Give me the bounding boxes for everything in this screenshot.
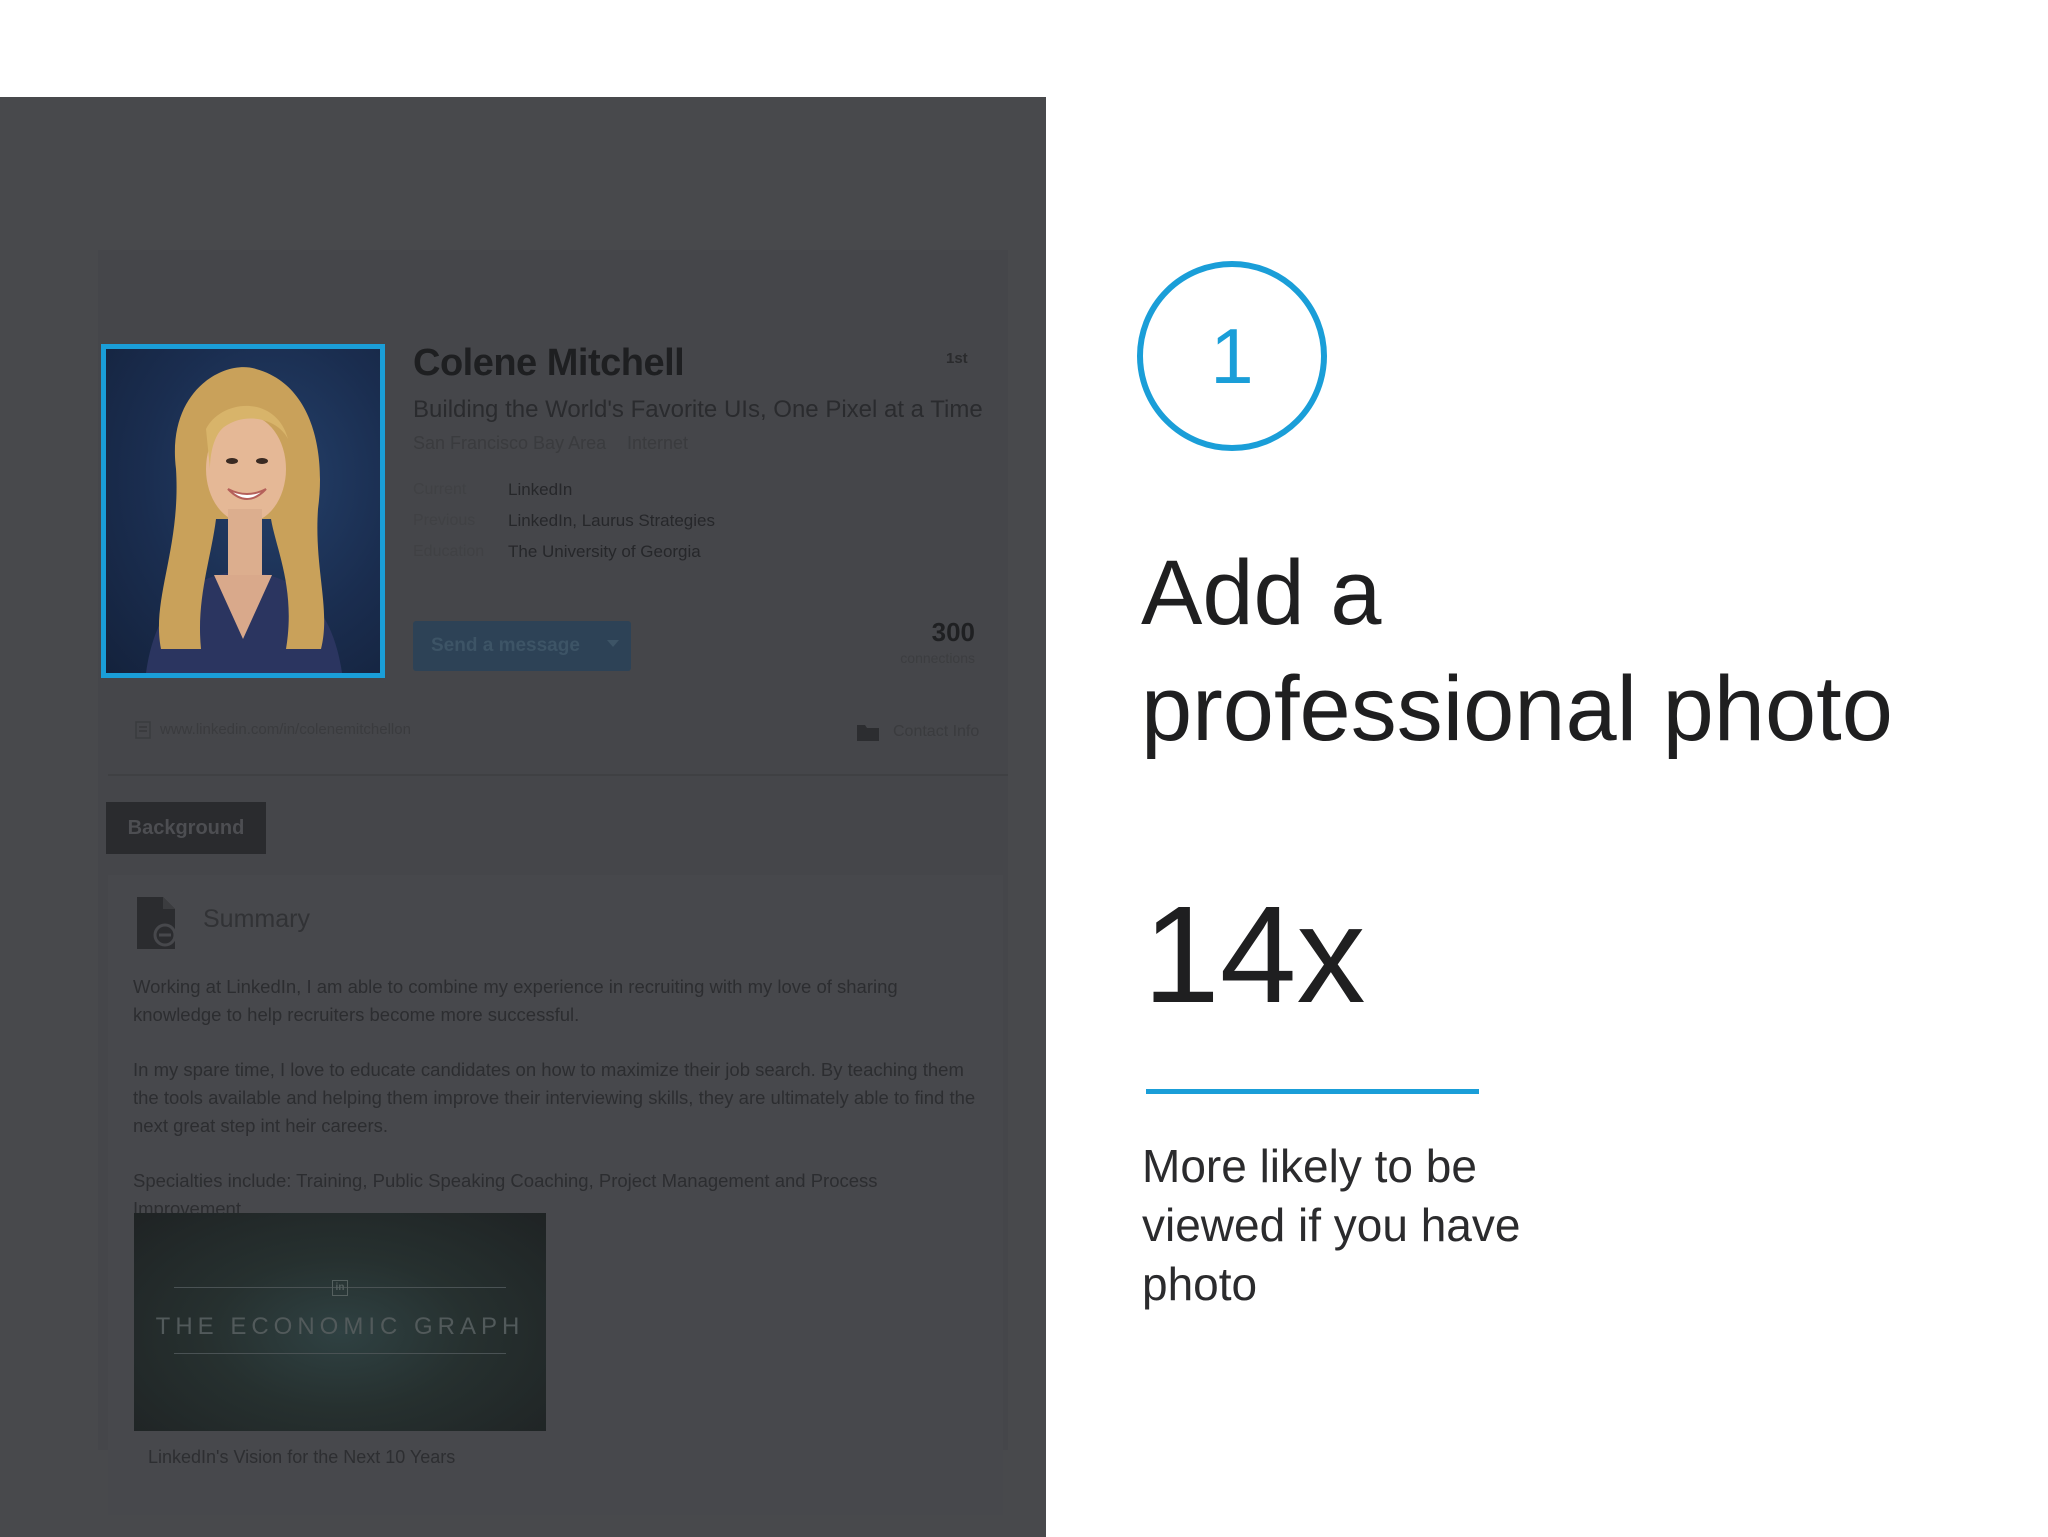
profile-name: Colene Mitchell <box>413 342 685 384</box>
send-message-button[interactable]: Send a message <box>413 621 631 671</box>
current-label: Current <box>413 481 467 498</box>
tip-heading-line: professional photo <box>1141 658 1893 760</box>
summary-paragraph: In my spare time, I love to educate cand… <box>133 1059 976 1136</box>
education-label: Education <box>413 543 485 560</box>
profile-industry: Internet <box>627 433 689 453</box>
tip-heading-line: Add a <box>1141 542 1382 644</box>
profile-headline: Building the World's Favorite UIs, One P… <box>413 396 983 423</box>
profile-photo[interactable] <box>101 344 385 678</box>
media-caption[interactable]: LinkedIn's Vision for the Next 10 Years <box>148 1447 455 1468</box>
education-value[interactable]: The University of Georgia <box>508 542 701 562</box>
chevron-down-icon[interactable] <box>607 640 619 647</box>
tip-heading: Add a professional photo <box>1141 535 1893 767</box>
stat-caption-line: More likely to be <box>1142 1140 1477 1192</box>
profile-photo-image <box>146 367 342 673</box>
previous-label: Previous <box>413 512 476 529</box>
stat-value: 14x <box>1143 878 1366 1032</box>
summary-title: Summary <box>203 905 310 933</box>
document-icon <box>137 897 177 949</box>
divider <box>108 774 1008 776</box>
summary-paragraph: Working at LinkedIn, I am able to combin… <box>133 976 898 1025</box>
current-value[interactable]: LinkedIn <box>508 480 572 500</box>
previous-value[interactable]: LinkedIn, Laurus Strategies <box>508 511 715 531</box>
folder-icon <box>857 725 879 741</box>
media-title: THE ECONOMIC GRAPH <box>155 1313 525 1340</box>
contact-info-link[interactable]: Contact Info <box>893 723 979 741</box>
connections-label: connections <box>900 650 975 666</box>
link-icon <box>135 721 151 739</box>
stat-caption-line: viewed if you have <box>1142 1199 1521 1251</box>
step-number-badge: 1 <box>1137 261 1327 451</box>
connection-degree-badge: 1st <box>946 350 968 367</box>
profile-location: San Francisco Bay Area <box>413 433 607 453</box>
stat-caption: More likely to be viewed if you have pho… <box>1142 1137 1602 1314</box>
tab-background[interactable]: Background <box>106 802 266 854</box>
divider <box>174 1353 506 1354</box>
send-message-label: Send a message <box>431 635 580 656</box>
stat-divider <box>1146 1089 1479 1094</box>
stat-caption-line: photo <box>1142 1258 1258 1310</box>
connections-count: 300 <box>931 617 975 647</box>
profile-url-link[interactable]: www.linkedin.com/in/colenemitchellon <box>160 721 411 738</box>
linkedin-logo-icon: in <box>332 1280 348 1296</box>
media-thumbnail[interactable]: in THE ECONOMIC GRAPH <box>134 1213 546 1431</box>
